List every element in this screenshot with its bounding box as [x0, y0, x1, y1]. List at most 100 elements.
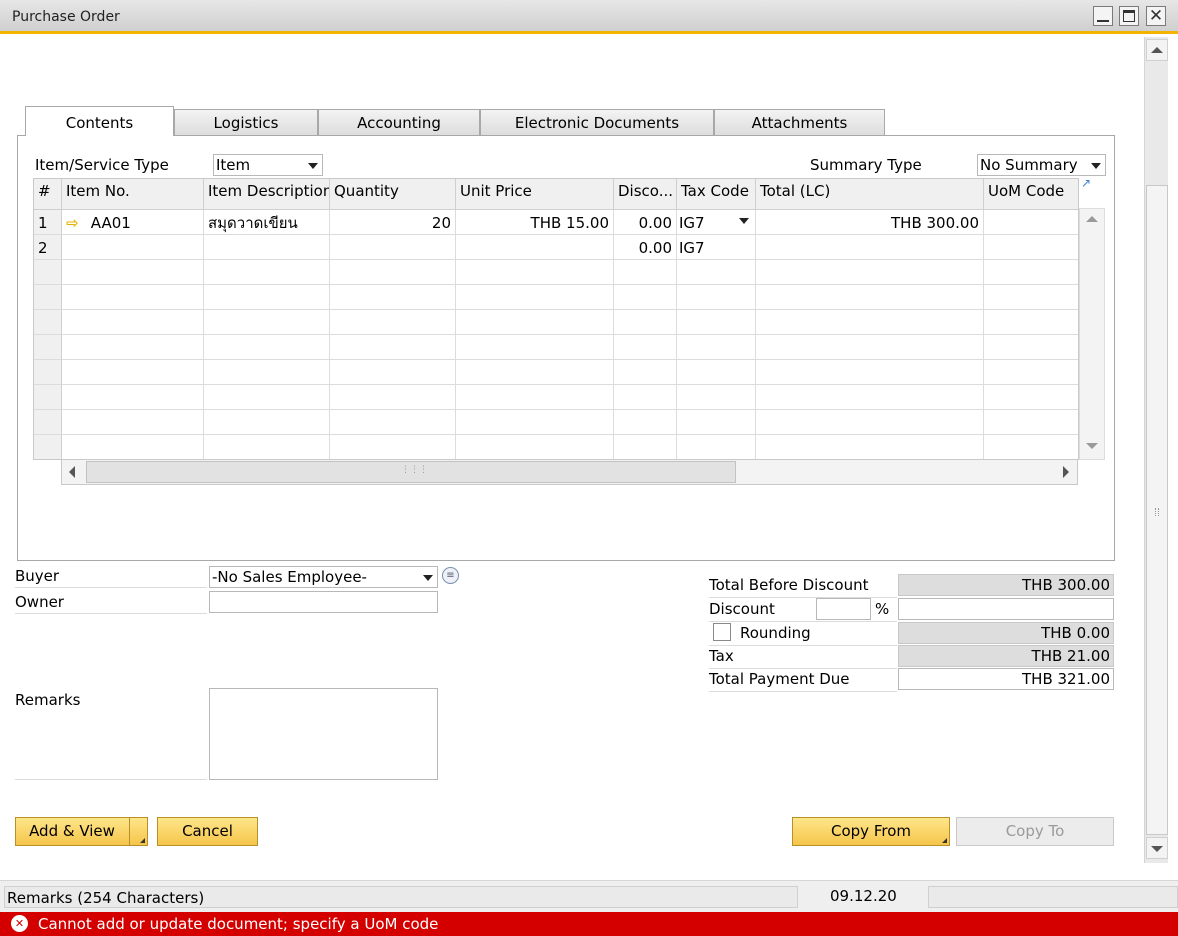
- rounding-label[interactable]: Rounding: [740, 624, 811, 642]
- empty-cell[interactable]: [62, 285, 204, 310]
- col-header-item-no[interactable]: Item No.: [62, 179, 204, 210]
- row-number[interactable]: [34, 310, 62, 335]
- col-header-total-lc[interactable]: Total (LC): [756, 179, 984, 210]
- copy-to-button[interactable]: Copy To: [956, 817, 1114, 846]
- cancel-button[interactable]: Cancel: [157, 817, 258, 846]
- empty-cell[interactable]: [984, 360, 1078, 385]
- remarks-textarea[interactable]: [209, 688, 438, 780]
- empty-cell[interactable]: [677, 385, 756, 410]
- empty-cell[interactable]: [204, 310, 330, 335]
- empty-cell[interactable]: [677, 260, 756, 285]
- empty-cell[interactable]: [62, 435, 204, 459]
- grid-horizontal-scroll-thumb[interactable]: ⋮⋮⋮: [86, 461, 736, 483]
- empty-cell[interactable]: [456, 260, 614, 285]
- empty-cell[interactable]: [756, 435, 984, 459]
- row-number[interactable]: [34, 285, 62, 310]
- row-number[interactable]: 1: [34, 210, 62, 235]
- tab-contents[interactable]: Contents: [25, 106, 174, 136]
- expand-icon[interactable]: ↗: [1081, 177, 1092, 189]
- summary-type-dropdown[interactable]: No Summary: [977, 154, 1106, 176]
- empty-cell[interactable]: [330, 435, 456, 459]
- cell-quantity[interactable]: 20: [330, 210, 456, 235]
- empty-cell[interactable]: [756, 285, 984, 310]
- col-header-number[interactable]: #: [34, 179, 62, 210]
- empty-cell[interactable]: [62, 335, 204, 360]
- buyer-dropdown[interactable]: -No Sales Employee-: [209, 566, 438, 588]
- cell-tax-code[interactable]: IG7: [677, 235, 756, 260]
- cell-uom-code[interactable]: [984, 210, 1078, 235]
- scroll-up-button[interactable]: [1146, 39, 1168, 61]
- form-vertical-scrollbar[interactable]: [1144, 37, 1168, 863]
- empty-cell[interactable]: [677, 410, 756, 435]
- minimize-icon[interactable]: [1093, 6, 1113, 26]
- empty-cell[interactable]: [204, 385, 330, 410]
- cell-uom-code[interactable]: [984, 235, 1078, 260]
- cell-tax-code[interactable]: IG7: [677, 210, 756, 235]
- chevron-right-icon[interactable]: [1063, 466, 1069, 478]
- empty-cell[interactable]: [330, 335, 456, 360]
- empty-cell[interactable]: [330, 260, 456, 285]
- empty-cell[interactable]: [456, 285, 614, 310]
- empty-cell[interactable]: [677, 335, 756, 360]
- empty-cell[interactable]: [984, 310, 1078, 335]
- empty-cell[interactable]: [62, 360, 204, 385]
- empty-cell[interactable]: [677, 435, 756, 459]
- link-arrow-icon[interactable]: ⇨: [66, 210, 86, 234]
- empty-cell[interactable]: [204, 410, 330, 435]
- empty-cell[interactable]: [62, 260, 204, 285]
- empty-cell[interactable]: [614, 310, 677, 335]
- empty-cell[interactable]: [204, 285, 330, 310]
- empty-cell[interactable]: [456, 310, 614, 335]
- discount-amount-field[interactable]: [898, 598, 1114, 620]
- cell-discount[interactable]: 0.00: [614, 210, 677, 235]
- empty-cell[interactable]: [330, 410, 456, 435]
- empty-cell[interactable]: [456, 385, 614, 410]
- row-number[interactable]: [34, 360, 62, 385]
- empty-cell[interactable]: [204, 435, 330, 459]
- cell-item-no[interactable]: [62, 235, 204, 260]
- col-header-unit-price[interactable]: Unit Price: [456, 179, 614, 210]
- col-header-uom-code[interactable]: UoM Code: [984, 179, 1078, 210]
- row-number[interactable]: [34, 410, 62, 435]
- add-view-button[interactable]: Add & View: [15, 817, 148, 846]
- empty-cell[interactable]: [330, 285, 456, 310]
- empty-cell[interactable]: [456, 335, 614, 360]
- owner-field[interactable]: [209, 591, 438, 613]
- tab-accounting[interactable]: Accounting: [318, 109, 480, 136]
- empty-cell[interactable]: [614, 410, 677, 435]
- empty-cell[interactable]: [984, 335, 1078, 360]
- col-header-item-description[interactable]: Item Description: [204, 179, 330, 210]
- empty-cell[interactable]: [614, 385, 677, 410]
- empty-cell[interactable]: [62, 310, 204, 335]
- chevron-left-icon[interactable]: [69, 466, 75, 478]
- cell-item-description[interactable]: สมุดวาดเขียน: [204, 210, 330, 235]
- tab-electronic-documents[interactable]: Electronic Documents: [480, 109, 714, 136]
- tab-logistics[interactable]: Logistics: [174, 109, 318, 136]
- col-header-tax-code[interactable]: Tax Code: [677, 179, 756, 210]
- empty-cell[interactable]: [756, 385, 984, 410]
- scroll-thumb[interactable]: [1146, 185, 1168, 835]
- empty-cell[interactable]: [756, 260, 984, 285]
- rounding-checkbox[interactable]: [713, 623, 731, 641]
- empty-cell[interactable]: [62, 410, 204, 435]
- empty-cell[interactable]: [984, 410, 1078, 435]
- empty-cell[interactable]: [756, 410, 984, 435]
- empty-cell[interactable]: [456, 435, 614, 459]
- row-number[interactable]: [34, 435, 62, 459]
- empty-cell[interactable]: [984, 385, 1078, 410]
- empty-cell[interactable]: [614, 360, 677, 385]
- empty-cell[interactable]: [204, 260, 330, 285]
- chevron-down-icon[interactable]: [1086, 443, 1098, 449]
- empty-cell[interactable]: [204, 335, 330, 360]
- empty-cell[interactable]: [756, 310, 984, 335]
- cell-unit-price[interactable]: THB 15.00: [456, 210, 614, 235]
- row-number[interactable]: [34, 335, 62, 360]
- cell-unit-price[interactable]: [456, 235, 614, 260]
- empty-cell[interactable]: [330, 360, 456, 385]
- chevron-down-icon[interactable]: [739, 218, 749, 224]
- list-icon[interactable]: ≡: [442, 567, 459, 584]
- col-header-discount[interactable]: Disco...: [614, 179, 677, 210]
- close-icon[interactable]: ✕: [1146, 6, 1166, 26]
- empty-cell[interactable]: [614, 335, 677, 360]
- empty-cell[interactable]: [330, 385, 456, 410]
